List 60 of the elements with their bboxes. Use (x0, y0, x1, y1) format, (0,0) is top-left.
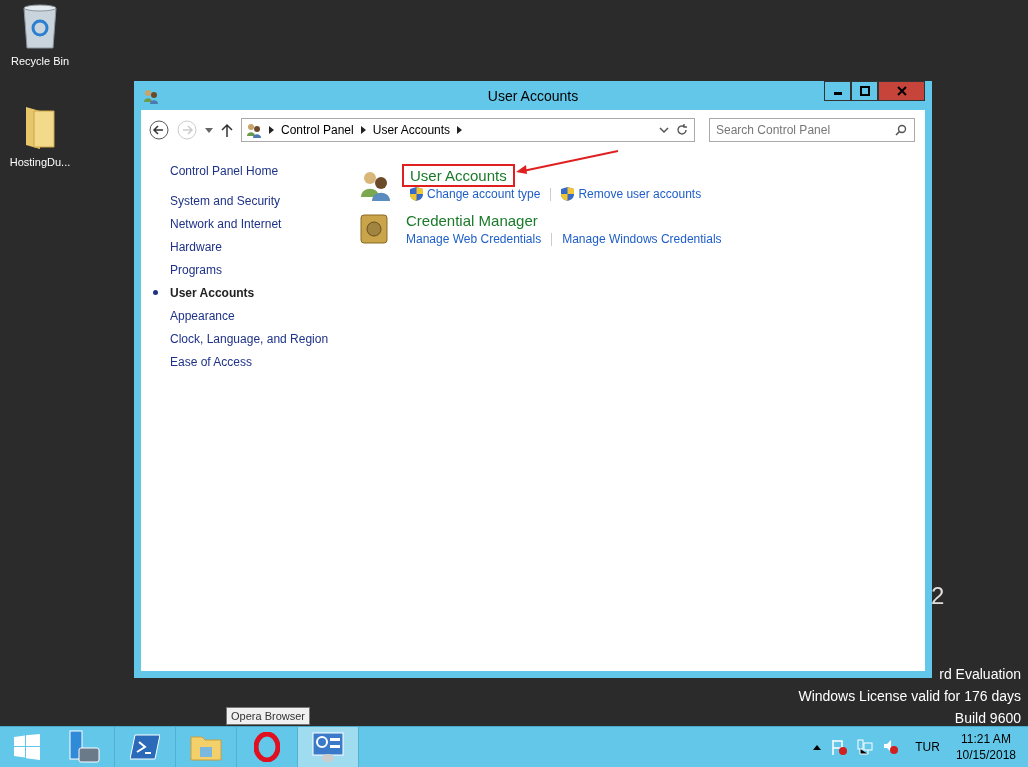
minimize-button[interactable] (824, 81, 851, 101)
letter-o-icon (254, 732, 280, 762)
caret-up-icon[interactable] (813, 744, 822, 750)
dropdown-icon[interactable] (205, 127, 213, 133)
sidebar-item[interactable]: Hardware (170, 239, 223, 254)
terminal-icon (130, 734, 160, 760)
sidebar-item[interactable]: Network and Internet (170, 216, 282, 231)
search-icon (895, 124, 907, 136)
edition-text: rd Evaluation (939, 665, 1021, 684)
sidebar-item[interactable]: User Accounts (170, 285, 255, 300)
users-icon (360, 169, 392, 201)
close-button[interactable] (878, 81, 925, 101)
language-indicator[interactable]: TUR (915, 740, 940, 754)
control-panel-icon (312, 732, 344, 762)
category-link[interactable]: Credential Manager (398, 209, 546, 232)
chevron-right-icon[interactable] (457, 126, 463, 134)
sidebar-link[interactable]: Control Panel Home (170, 164, 360, 178)
clock[interactable]: 11:21 AM 10/15/2018 (955, 731, 1016, 763)
edition-text: 2 (931, 582, 945, 610)
breadcrumb[interactable]: User Accounts (372, 123, 451, 137)
breadcrumb[interactable]: Control Panel (281, 123, 354, 137)
users-icon (143, 87, 159, 104)
maximize-icon (859, 86, 870, 96)
build-text: Build 9600 (954, 709, 1021, 728)
sidebar-item[interactable]: Programs (170, 262, 222, 277)
task-link[interactable]: Change account type (427, 187, 541, 201)
close-icon (896, 86, 907, 96)
license-text: Windows License valid for 176 days (798, 687, 1021, 706)
server-icon (67, 730, 101, 764)
network-icon[interactable] (857, 739, 874, 755)
chevron-right-icon (269, 126, 274, 134)
taskbar-app-button[interactable] (298, 727, 359, 767)
refresh-icon[interactable] (676, 124, 688, 136)
chevron-down-icon[interactable] (659, 126, 669, 134)
folder-icon[interactable] (24, 105, 56, 151)
speaker-muted-icon[interactable] (883, 739, 900, 755)
task-link[interactable]: Manage Windows Credentials (562, 232, 722, 246)
up-arrow-icon[interactable] (221, 123, 233, 137)
search-field[interactable]: Search Control Panel (709, 118, 915, 142)
safe-icon (360, 214, 388, 244)
task-link[interactable]: Remove user accounts (578, 187, 702, 201)
desktop-icon-label[interactable]: Recycle Bin (10, 55, 70, 67)
recycle-bin-icon[interactable] (21, 4, 59, 50)
desktop-icon-label[interactable]: HostingDu... (9, 156, 71, 168)
sidebar-item[interactable]: Appearance (170, 308, 235, 323)
address-bar[interactable]: Control Panel User Accounts (241, 118, 695, 142)
sidebar-item[interactable]: Clock, Language, and Region (170, 331, 329, 346)
task-link[interactable]: Manage Web Credentials (406, 232, 542, 246)
users-icon (246, 122, 262, 138)
tooltip: Opera Browser (226, 707, 310, 725)
folder-icon (190, 733, 222, 761)
sidebar-item[interactable]: Ease of Access (170, 354, 253, 369)
sidebar-item[interactable]: System and Security (170, 193, 281, 208)
window-title: User Accounts (487, 87, 579, 104)
maximize-button[interactable] (851, 81, 878, 101)
category-link[interactable]: User Accounts (402, 164, 515, 187)
windows-logo-icon (14, 734, 40, 760)
back-icon[interactable] (149, 120, 169, 140)
flag-error-icon[interactable] (831, 739, 848, 755)
chevron-right-icon[interactable] (360, 126, 366, 134)
